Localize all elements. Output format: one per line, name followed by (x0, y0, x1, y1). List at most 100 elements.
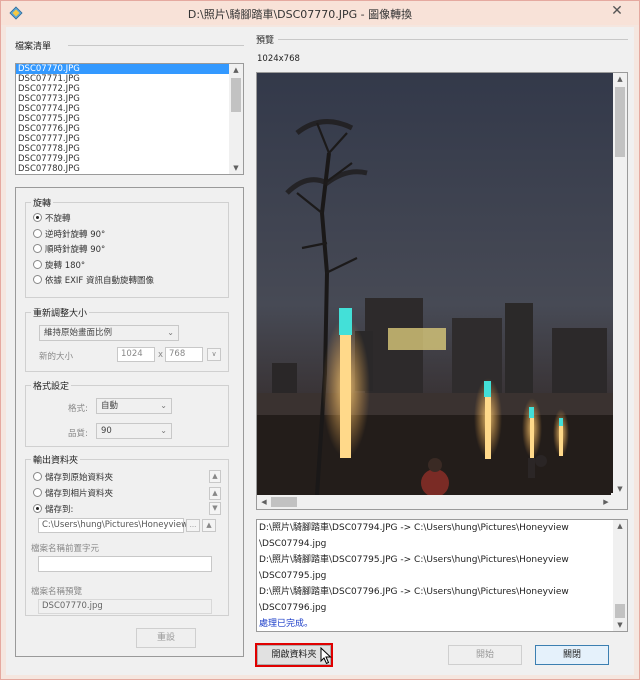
file-list-rows: DSC07770.JPG DSC07771.JPG DSC07772.JPG DSC0… (16, 64, 243, 174)
radio-save-original[interactable]: 儲存到原始資料夾 (33, 471, 113, 483)
quality-label: 品質: (68, 429, 88, 439)
radio-no-rotate[interactable]: 不旋轉 (33, 212, 71, 224)
file-list-item[interactable]: DSC07779.JPG (16, 154, 243, 164)
reset-button[interactable]: 重設 (136, 628, 196, 648)
close-button[interactable]: 關閉 (535, 645, 609, 665)
file-list-item[interactable]: DSC07775.JPG (16, 114, 243, 124)
file-list-item[interactable]: DSC07778.JPG (16, 144, 243, 154)
file-list-scrollbar[interactable]: ▲ ▼ (229, 64, 243, 174)
scroll-left-arrow-icon[interactable]: ◀ (257, 495, 271, 509)
photo-night-riverside (257, 73, 613, 495)
rotate-group: 旋轉 不旋轉 逆時針旋轉 90° 順時針旋轉 90° 旋轉 180° 依據 EX… (25, 196, 229, 298)
window-close-button[interactable]: ✕ (603, 1, 631, 21)
scroll-up-arrow-icon[interactable]: ▲ (613, 73, 627, 85)
resize-mode-select[interactable]: 維持原始畫面比例 ⌄ (39, 325, 179, 341)
title-bar[interactable]: D:\照片\騎腳踏車\DSC07770.JPG - 圖像轉換 ✕ (1, 1, 639, 25)
up-arrow-button[interactable]: ▲ (202, 519, 216, 532)
radio-label: 儲存到相片資料夾 (45, 489, 114, 499)
height-input[interactable]: 768 (165, 347, 203, 362)
radio-rotate-180[interactable]: 旋轉 180° (33, 259, 85, 271)
format-group: 格式設定 格式: 自動 ⌄ 品質: 90 ⌄ (25, 379, 229, 447)
log-line: \DSC07796.jpg (259, 603, 327, 613)
up-arrow-button[interactable]: ▲ (209, 487, 221, 500)
dialog-body: 檔案清單 DSC07770.JPG DSC07771.JPG DSC07772.JP… (6, 27, 634, 675)
size-unit-dropdown[interactable]: ∨ (207, 348, 221, 361)
radio-label: 儲存到原始資料夾 (45, 473, 114, 483)
chevron-down-icon: ⌄ (160, 426, 167, 435)
radio-rotate-ccw[interactable]: 逆時針旋轉 90° (33, 228, 105, 240)
start-button[interactable]: 開始 (448, 645, 522, 665)
file-list-item[interactable]: DSC07772.JPG (16, 84, 243, 94)
quality-value: 90 (101, 426, 112, 436)
scroll-thumb[interactable] (615, 604, 625, 618)
browse-button[interactable]: ... (186, 519, 200, 532)
new-size-label: 新的大小 (39, 352, 74, 362)
scroll-down-arrow-icon[interactable]: ▼ (229, 162, 243, 174)
radio-icon (33, 244, 42, 253)
window-title: D:\照片\騎腳踏車\DSC07770.JPG - 圖像轉換 (187, 8, 413, 21)
radio-label: 逆時針旋轉 90° (45, 230, 106, 240)
scroll-up-arrow-icon[interactable]: ▲ (229, 64, 243, 76)
file-list-item[interactable]: DSC07773.JPG (16, 94, 243, 104)
conversion-log[interactable]: D:\照片\騎腳踏車\DSC07794.JPG -> C:\Users\hung… (256, 519, 628, 632)
radio-icon (33, 229, 42, 238)
file-list-item[interactable]: DSC07780.JPG (16, 164, 243, 174)
format-label: 格式: (68, 404, 88, 414)
format-select[interactable]: 自動 ⌄ (96, 398, 172, 414)
log-line: \DSC07794.jpg (259, 539, 327, 549)
radio-label: 順時針旋轉 90° (45, 245, 106, 255)
quality-select[interactable]: 90 ⌄ (96, 423, 172, 439)
radio-save-pictures[interactable]: 儲存到相片資料夾 (33, 487, 113, 499)
radio-rotate-cw[interactable]: 順時針旋轉 90° (33, 243, 105, 255)
radio-save-to[interactable]: 儲存到: (33, 503, 73, 515)
divider (68, 45, 244, 46)
scroll-down-arrow-icon[interactable]: ▼ (613, 619, 627, 631)
chevron-down-icon: ⌄ (160, 401, 167, 410)
log-scrollbar[interactable]: ▲ ▼ (613, 520, 627, 631)
output-group-title: 輸出資料夾 (31, 453, 81, 466)
log-line: D:\照片\騎腳踏車\DSC07796.JPG -> C:\Users\hung… (259, 587, 569, 597)
output-group: 輸出資料夾 儲存到原始資料夾 ▲ 儲存到相片資料夾 ▲ 儲存到: ▼ C:\Us… (25, 453, 229, 616)
scroll-corner (611, 493, 627, 509)
scroll-up-arrow-icon[interactable]: ▲ (613, 520, 627, 532)
resize-group-title: 重新調整大小 (31, 306, 90, 319)
rotate-group-title: 旋轉 (31, 196, 54, 209)
file-list-label: 檔案清單 (15, 42, 52, 52)
preview-label: 預覽 (256, 36, 275, 46)
file-list-item[interactable]: DSC07770.JPG (16, 64, 229, 74)
preview-hscrollbar[interactable]: ◀ ▶ (257, 495, 613, 509)
image-preview[interactable]: ▲ ▼ ◀ ▶ (256, 72, 628, 510)
output-path-input[interactable]: C:\Users\hung\Pictures\Honeyview (38, 518, 188, 533)
log-lines: D:\照片\騎腳踏車\DSC07794.JPG -> C:\Users\hung… (257, 520, 627, 616)
file-list-item[interactable]: DSC07771.JPG (16, 74, 243, 84)
resize-mode-value: 維持原始畫面比例 (44, 328, 113, 338)
size-times-sign: x (158, 350, 164, 360)
radio-label: 旋轉 180° (45, 261, 86, 271)
up-arrow-button[interactable]: ▲ (209, 470, 221, 483)
down-arrow-button[interactable]: ▼ (209, 502, 221, 515)
file-list[interactable]: DSC07770.JPG DSC07771.JPG DSC07772.JPG DSC0… (15, 63, 244, 175)
file-list-item[interactable]: DSC07777.JPG (16, 134, 243, 144)
preview-vscrollbar[interactable]: ▲ ▼ (613, 73, 627, 495)
radio-icon (33, 488, 42, 497)
radio-rotate-exif[interactable]: 依據 EXIF 資訊自動旋轉圖像 (33, 274, 154, 286)
scroll-thumb[interactable] (231, 78, 241, 112)
scroll-thumb[interactable] (271, 497, 297, 507)
radio-icon (33, 472, 42, 481)
file-list-item[interactable]: DSC07774.JPG (16, 104, 243, 114)
file-list-item[interactable]: DSC07776.JPG (16, 124, 243, 134)
prefix-input[interactable] (38, 556, 212, 572)
radio-icon (33, 275, 42, 284)
filename-preview: DSC07770.jpg (38, 599, 212, 614)
width-input[interactable]: 1024 (117, 347, 155, 362)
format-group-title: 格式設定 (31, 379, 72, 392)
radio-label: 依據 EXIF 資訊自動旋轉圖像 (45, 276, 154, 286)
options-panel: 旋轉 不旋轉 逆時針旋轉 90° 順時針旋轉 90° 旋轉 180° 依據 EX… (15, 187, 244, 657)
log-line: D:\照片\騎腳踏車\DSC07794.JPG -> C:\Users\hung… (259, 523, 569, 533)
scroll-thumb[interactable] (615, 87, 625, 157)
radio-label: 儲存到: (45, 505, 74, 515)
radio-icon (33, 504, 42, 513)
radio-label: 不旋轉 (45, 214, 71, 224)
resize-group: 重新調整大小 維持原始畫面比例 ⌄ 新的大小 1024 x 768 ∨ (25, 306, 229, 372)
divider (278, 39, 628, 40)
